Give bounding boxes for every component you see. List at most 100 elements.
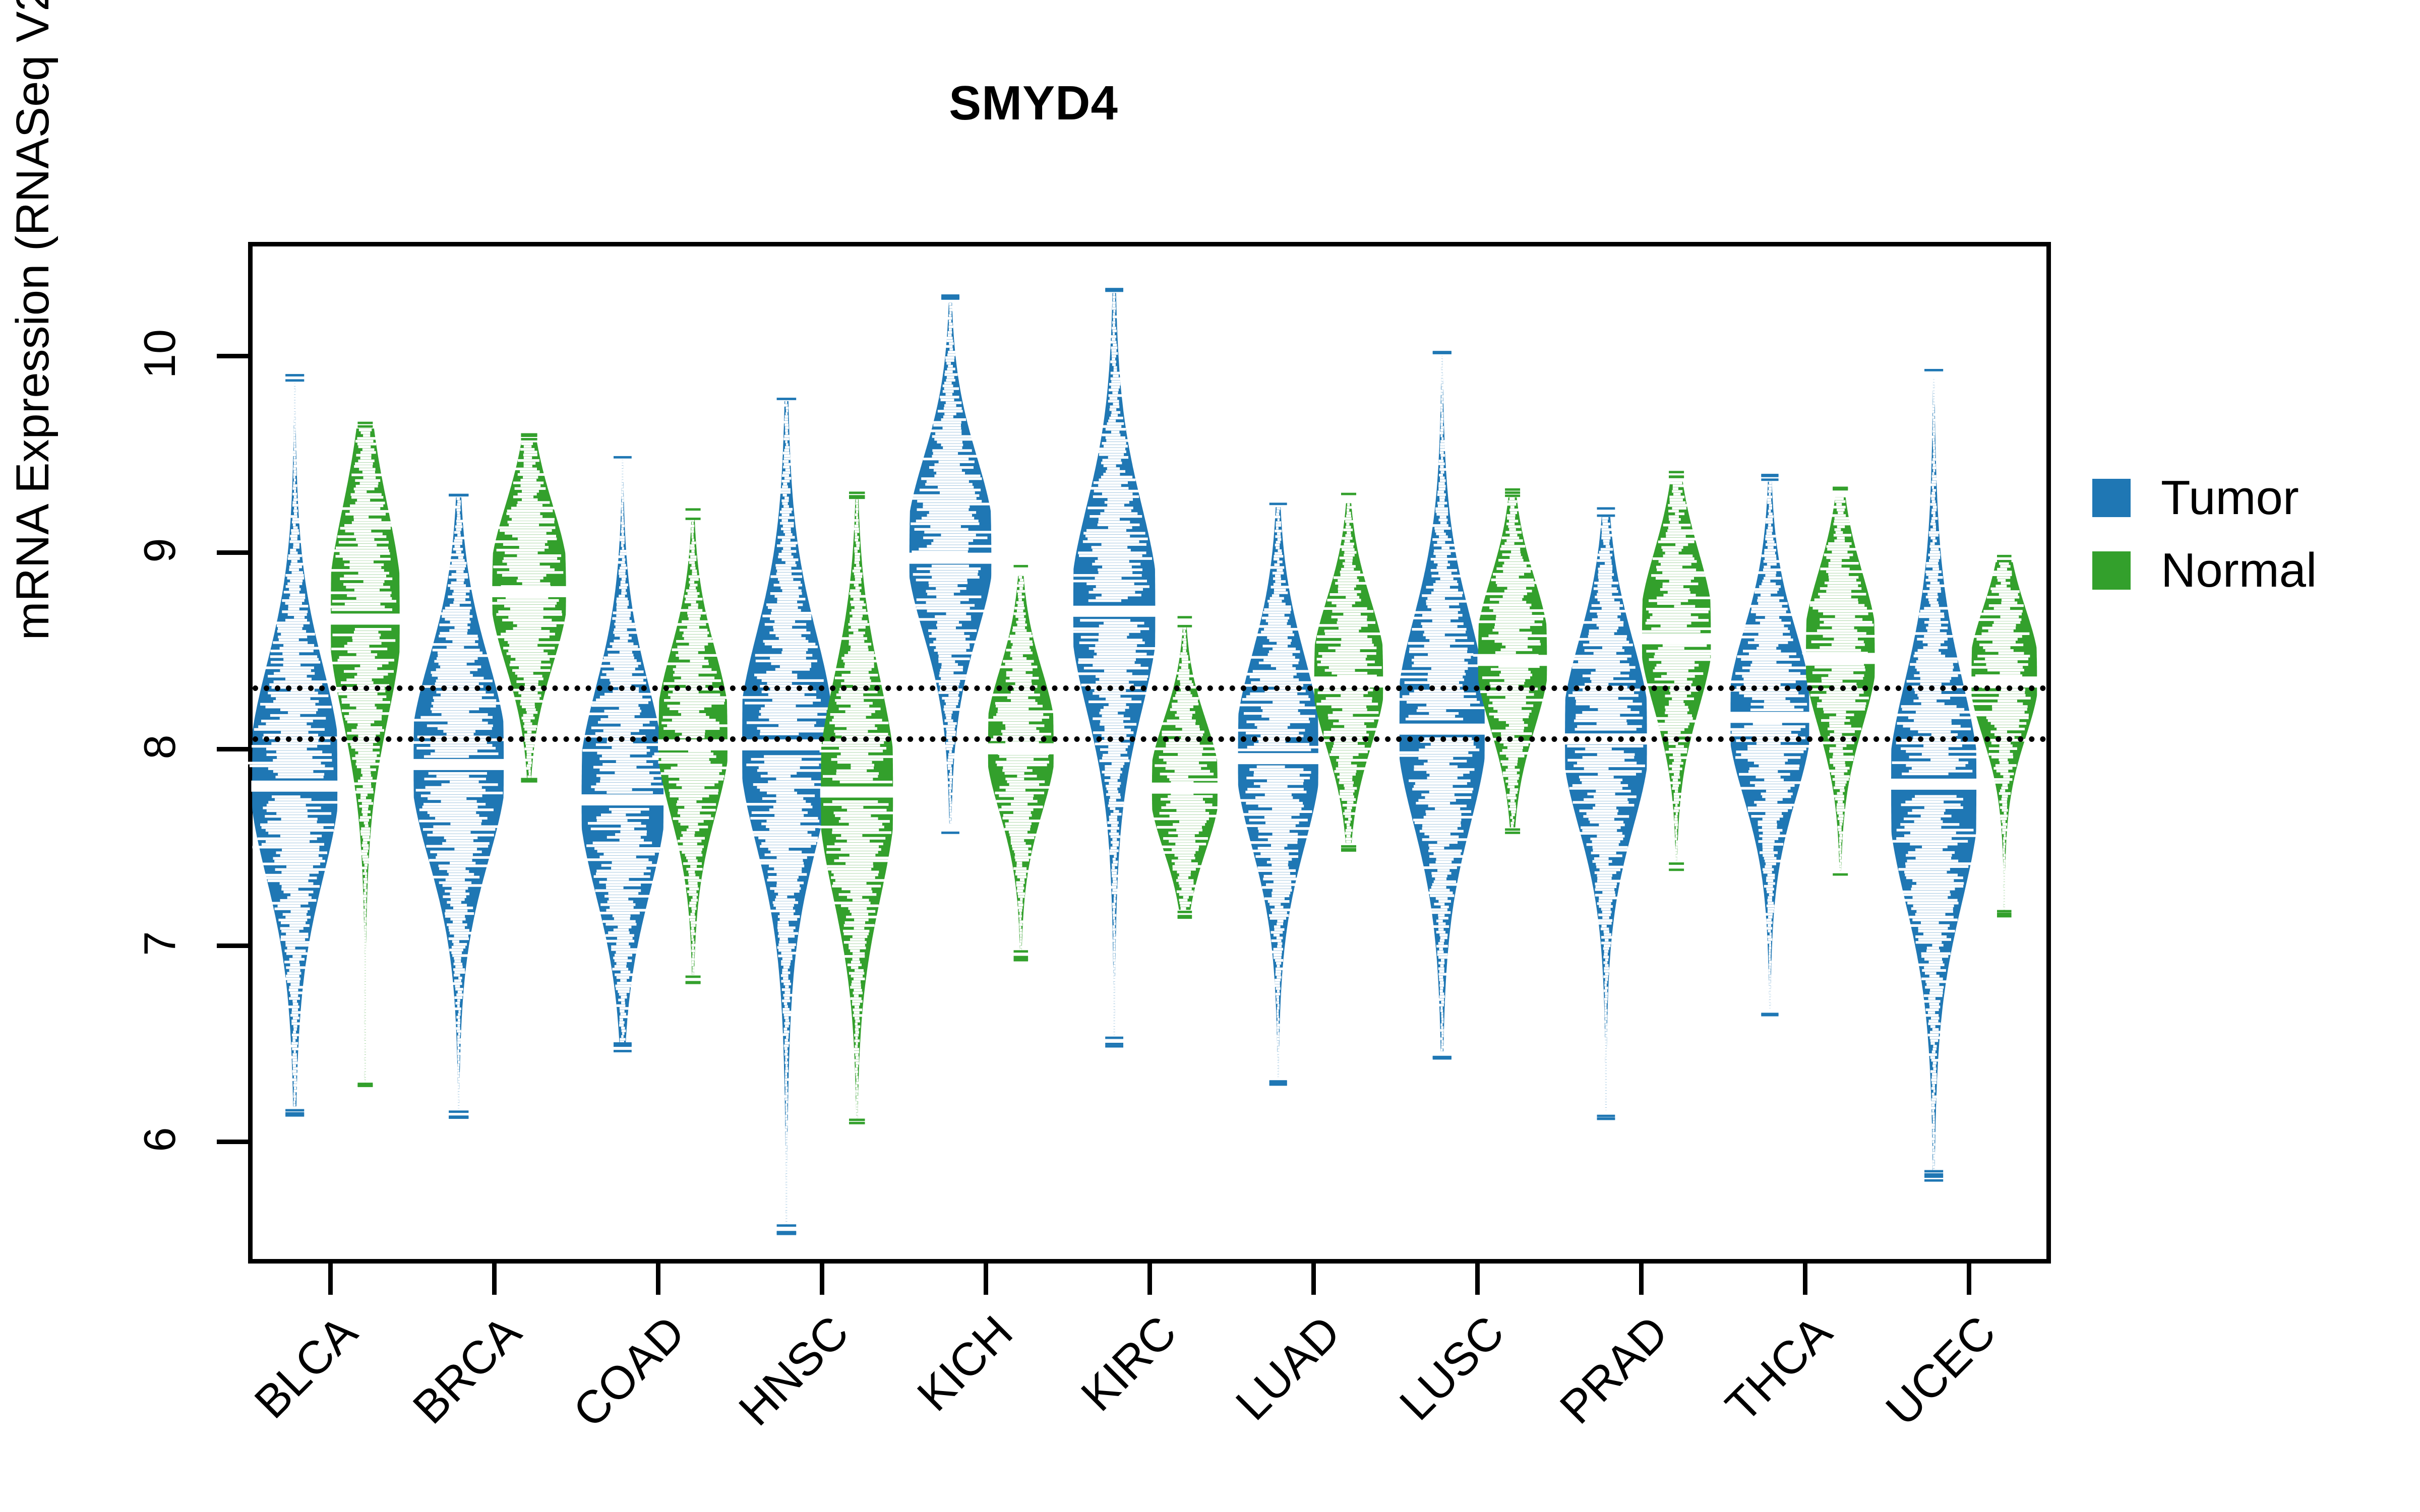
observation-tick (783, 982, 792, 985)
observation-tick (785, 1140, 788, 1143)
observation-tick (1930, 503, 1937, 506)
observation-tick (1931, 511, 1935, 515)
median-bar (1729, 712, 1810, 723)
observation-tick (290, 562, 304, 565)
observation-tick (603, 656, 634, 659)
observation-tick (364, 939, 367, 942)
observation-tick (516, 680, 538, 683)
observation-tick (1767, 941, 1771, 944)
observation-tick (364, 1072, 367, 1075)
observation-tick (261, 720, 313, 723)
observation-tick (855, 586, 862, 590)
legend-item-normal[interactable]: Normal (2092, 546, 2405, 595)
observation-tick (432, 649, 480, 652)
observation-tick (331, 591, 392, 594)
observation-tick (1832, 550, 1848, 553)
observation-tick (362, 836, 370, 839)
observation-tick (1932, 438, 1935, 442)
observation-tick (934, 463, 960, 466)
observation-tick (1605, 1031, 1607, 1035)
observation-tick (611, 945, 631, 948)
observation-tick (611, 866, 647, 870)
observation-tick (1399, 698, 1477, 701)
observation-tick (458, 1010, 461, 1013)
observation-tick (1440, 446, 1445, 449)
observation-tick (691, 927, 694, 930)
observation-tick (1762, 817, 1780, 821)
observation-tick (362, 471, 375, 474)
observation-tick (1316, 703, 1378, 706)
observation-tick (1441, 384, 1443, 387)
observation-tick (673, 668, 712, 671)
observation-tick (289, 568, 299, 571)
observation-tick (267, 821, 317, 824)
observation-tick (364, 1001, 367, 1004)
observation-tick (947, 781, 952, 784)
observation-tick (1927, 1034, 1939, 1037)
observation-tick (1744, 725, 1805, 728)
observation-tick (1596, 623, 1623, 627)
observation-tick (1748, 770, 1778, 773)
observation-tick (513, 481, 544, 484)
observation-tick (293, 406, 296, 409)
observation-tick (1433, 925, 1449, 928)
observation-tick (1742, 630, 1790, 633)
observation-tick (1896, 837, 1952, 840)
observation-tick (604, 692, 654, 696)
observation-tick (786, 409, 789, 412)
observation-tick (345, 718, 382, 721)
observation-tick (1977, 655, 2030, 658)
observation-tick (601, 665, 638, 668)
observation-tick (1645, 621, 1691, 624)
observation-tick (855, 1036, 858, 1040)
observation-tick (450, 564, 466, 568)
observation-tick (834, 859, 893, 862)
observation-tick (1431, 524, 1448, 527)
observation-tick (1811, 640, 1864, 644)
observation-tick (784, 1095, 788, 1098)
observation-tick (1489, 713, 1530, 716)
observation-tick (286, 932, 309, 935)
outlier-tick (1505, 832, 1521, 834)
observation-tick (841, 834, 863, 837)
observation-tick (1759, 765, 1800, 768)
observation-tick (1596, 863, 1609, 866)
observation-tick (436, 679, 493, 682)
observation-tick (776, 896, 788, 899)
observation-tick (1839, 845, 1842, 848)
observation-tick (1917, 694, 1967, 697)
observation-tick (1275, 973, 1281, 976)
observation-tick (1675, 840, 1678, 843)
observation-tick (1098, 521, 1130, 524)
observation-tick (448, 595, 469, 598)
observation-tick (1907, 902, 1959, 905)
observation-tick (1427, 760, 1467, 763)
observation-tick (620, 637, 632, 640)
observation-tick (682, 851, 702, 854)
observation-tick (835, 879, 886, 882)
legend-item-tumor[interactable]: Tumor (2092, 474, 2405, 522)
observation-tick (1763, 848, 1774, 851)
observation-tick (1105, 768, 1121, 771)
observation-tick (277, 624, 304, 627)
observation-tick (688, 614, 701, 617)
observation-tick (1113, 897, 1116, 900)
observation-tick (524, 451, 537, 454)
observation-tick (357, 723, 371, 726)
observation-tick (836, 702, 873, 705)
observation-tick (1010, 842, 1026, 845)
observation-tick (1829, 579, 1856, 582)
observation-tick (1317, 663, 1367, 666)
observation-tick (761, 707, 828, 710)
observation-tick (692, 955, 695, 958)
observation-tick (785, 1101, 788, 1104)
observation-tick (1433, 852, 1461, 855)
observation-tick (457, 1049, 459, 1052)
observation-tick (1507, 503, 1517, 506)
observation-tick (1595, 885, 1617, 888)
chart-root: SMYD4 mRNA Expression (RNASeq V2, log2) … (0, 0, 2420, 1512)
observation-tick (1927, 593, 1938, 596)
observation-tick (528, 770, 531, 773)
observation-tick (1408, 642, 1474, 645)
observation-tick (1109, 832, 1119, 836)
